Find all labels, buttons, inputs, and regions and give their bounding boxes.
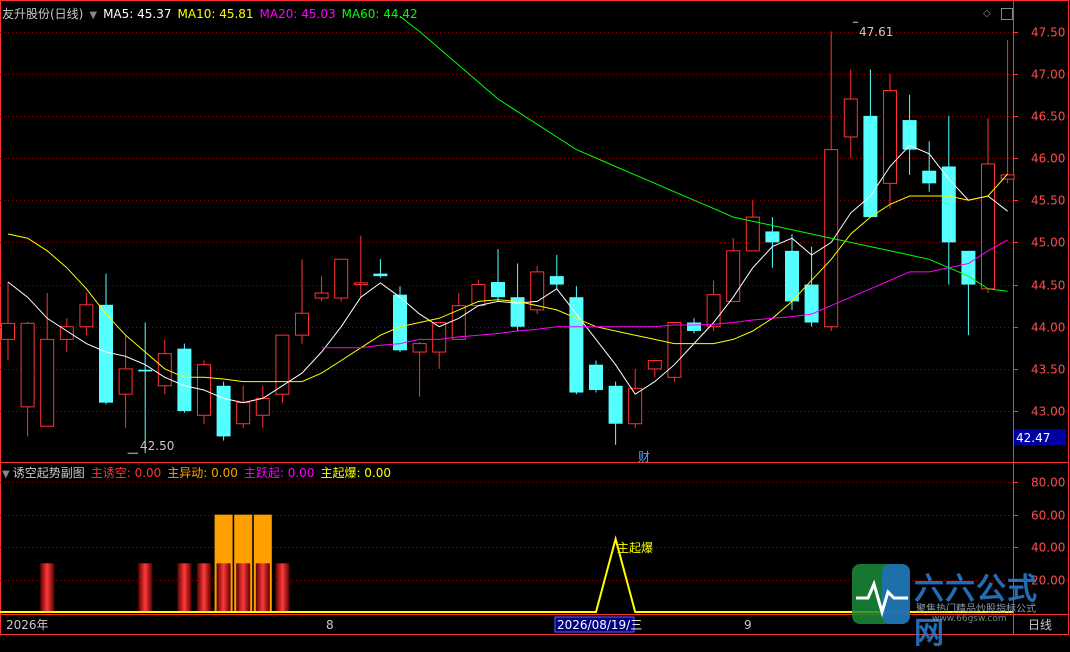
stock-title[interactable]: 友升股份(日线) [2,7,83,21]
candle-body-up [118,368,133,395]
diamond-icon[interactable]: ◇ [983,8,991,19]
x-label-august: 8 [326,618,334,632]
candle-body-up [295,312,309,336]
candle-body-down [863,115,878,218]
y-tick-label: 45.00 [1031,236,1065,250]
ma5-label: MA5: 45.37 [103,7,172,21]
cursor-date-label: 2026/08/19/三 [557,618,642,632]
candle-body-down [589,364,603,390]
y-tick-label: 46.50 [1031,110,1065,124]
candle-body-up [314,292,329,299]
candle-body-up [883,90,897,184]
window-icon[interactable] [1001,8,1013,20]
candle-body-up [255,397,270,416]
youkong-bar [236,563,251,612]
candle-body-up [1,322,15,340]
ma20-line [321,239,1008,349]
ma10-label: MA10: 45.81 [177,7,254,21]
ma20-label: MA20: 45.03 [259,7,336,21]
zhu-yueqi-label: 主跃起: 0.00 [243,466,315,480]
candle-body-up [647,359,662,370]
candle-body-down [785,250,799,302]
candlestick-plot[interactable] [1,15,1015,454]
sub-y-tick-label: 80.00 [1031,476,1065,490]
candle-body-down [765,231,780,243]
zhu-yidong-label: 主异动: 0.00 [167,466,238,480]
candle-body-down [393,294,407,351]
low-price-label: 42.50 [140,439,174,453]
candle-body-up [726,250,741,302]
x-label-september: 9 [744,618,752,632]
collapse-main-icon[interactable]: ▼ [89,10,97,21]
watermark-slogan: 聚焦热门精品炒股指标公式 [916,604,1036,615]
y-tick-label: 44.00 [1031,321,1065,335]
sub-header: ▼ 诱空起势副图 主诱空: 0.00 主异动: 0.00 主跃起: 0.00 主起爆: 0… [2,465,397,483]
y-tick-label: 43.00 [1031,405,1065,419]
last-price-label: 42.47 [1016,431,1050,445]
y-tick-label: 47.50 [1031,26,1065,40]
youkong-bar [255,563,270,612]
main-header: 友升股份(日线) ▼ MA5: 45.37 MA10: 45.81 MA20: 45.0… [2,6,424,24]
candle-body-down [804,284,819,323]
ma60-line [399,15,1008,292]
candle-body-down [491,282,505,298]
youkong-bar [138,563,153,612]
zhu-qibao-label: 主起爆: 0.00 [320,466,392,480]
watermark: 六六公式网 聚焦热门精品炒股指标公式 www.66gsw.com [852,562,1062,651]
candle-body-down [941,166,956,243]
qibao-label: 主起爆 [617,541,653,555]
y-tick-label: 43.50 [1031,363,1065,377]
stock-chart[interactable]: 43.00 43.50 44.00 44.50 45.00 45.50 46.00 46.50… [0,0,1070,635]
candle-body-up [981,163,995,290]
ma60-label: MA60: 44.42 [341,7,418,21]
candle-body-down [687,322,701,331]
candle-body-up [40,338,55,427]
candle-body-up [843,98,858,138]
youkong-bar [216,563,231,612]
candle-body-up [236,402,251,425]
candle-body-up [451,305,466,340]
candle-body-up [20,322,35,408]
y-tick-label: 46.00 [1031,152,1065,166]
candle-body-up [79,304,94,328]
candle-body-down [549,276,564,285]
candle-body-up [412,343,427,353]
candle-body-down [216,385,231,437]
sub-y-tick-label: 40.00 [1031,541,1065,555]
candle-body-up [353,282,368,286]
youkong-bar [197,563,211,612]
candle-body-down [373,273,388,277]
candle-body-down [922,170,937,184]
y-tick-label: 45.50 [1031,194,1065,208]
finance-marker[interactable]: 财 [638,450,650,464]
candle-body-up [471,284,486,307]
candle-body-down [138,369,153,372]
collapse-sub-icon[interactable]: ▼ [2,469,10,480]
candle-body-up [334,258,349,299]
ma10-line [7,173,1008,383]
chart-grid [0,0,1069,635]
candle-body-down [569,297,584,393]
candle-body-up [157,353,172,387]
candle-body-down [608,385,623,424]
x-label-start: 2026年 [6,618,49,632]
watermark-url: www.66gsw.com [932,614,1007,624]
sub-y-tick-label: 60.00 [1031,509,1065,523]
zhu-youkong-label: 主诱空: 0.00 [90,466,162,480]
y-tick-label: 44.50 [1031,279,1065,293]
youkong-bar [40,563,55,612]
candle-body-down [177,348,192,412]
high-price-label: 47.61 [859,25,893,39]
outer-frame [0,0,1069,635]
price-axis: 43.00 43.50 44.00 44.50 45.00 45.50 46.00 46.50… [1013,26,1065,588]
y-tick-label: 47.00 [1031,68,1065,82]
youkong-bar [275,563,290,612]
indicator-title[interactable]: 诱空起势副图 [13,466,85,480]
youkong-bar [177,563,192,612]
